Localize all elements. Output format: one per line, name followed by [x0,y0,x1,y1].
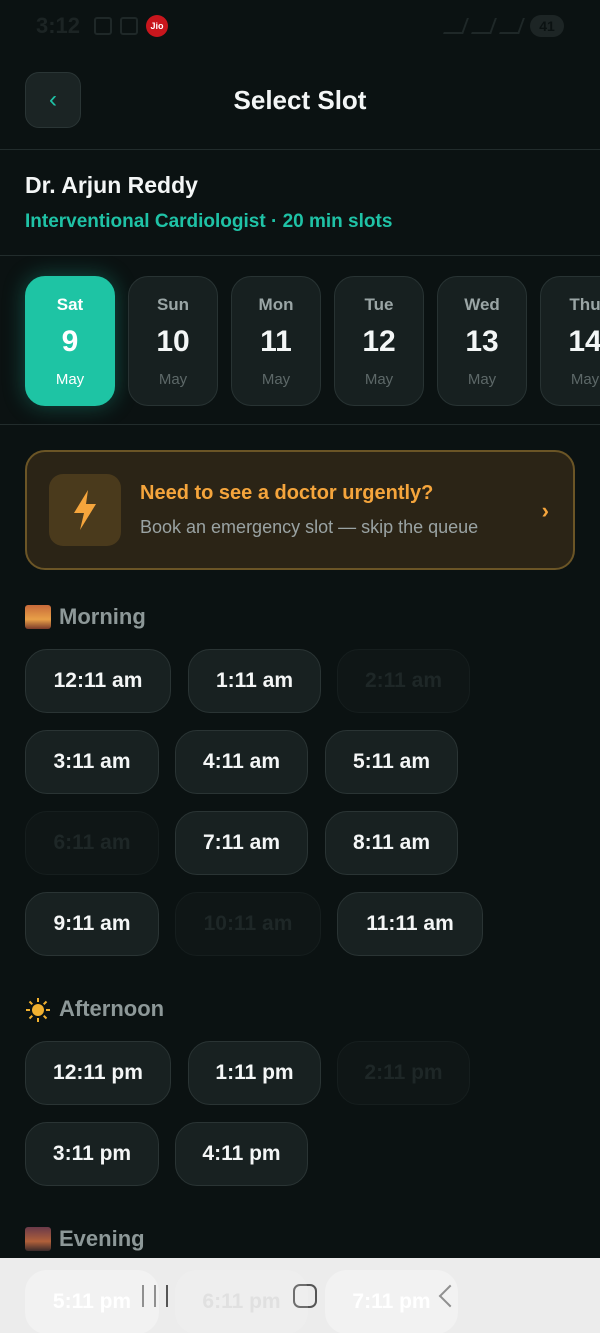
date-day: 12 [362,325,396,358]
slot-12-11-pm[interactable]: 12:11 pm [25,1041,171,1105]
doctor-name: Dr. Arjun Reddy [25,172,198,198]
date-card-wed-13[interactable]: Wed 13 May [437,276,527,406]
date-dow: Tue [364,295,394,314]
date-card-sat-9[interactable]: Sat 9 May [25,276,115,406]
section-afternoon: Afternoon [25,996,164,1022]
slot-2-11-am: 2:11 am [337,649,470,713]
slot-3-11-am[interactable]: 3:11 am [25,730,159,794]
urgent-text: Need to see a doctor urgently? Book an e… [140,482,478,538]
signal-icon-2 [499,18,525,34]
chevron-right-icon: › [541,498,549,523]
date-card-mon-11[interactable]: Mon 11 May [231,276,321,406]
slot-5-11-pm[interactable]: 5:11 pm [25,1270,159,1333]
date-card-sun-10[interactable]: Sun 10 May [128,276,218,406]
slot-7-11-pm[interactable]: 7:11 pm [325,1270,458,1333]
slot-5-11-am[interactable]: 5:11 am [325,730,458,794]
date-dow: Wed [464,295,500,314]
section-evening: Evening [25,1226,145,1252]
date-day: 13 [465,325,499,358]
date-card-tue-12[interactable]: Tue 12 May [334,276,424,406]
date-card-thu-14[interactable]: Thu 14 May [540,276,600,406]
slot-11-11-am[interactable]: 11:11 am [337,892,483,956]
status-right: 41 [443,15,564,37]
date-month: May [364,371,394,388]
date-dow: Thu [569,295,600,314]
section-label: Evening [59,1226,145,1251]
urgent-subtitle: Book an emergency slot — skip the queue [140,517,479,537]
section-morning: Morning [25,604,146,630]
date-strip[interactable]: Sat 9 May Sun 10 May Mon 11 May Tue 12 M… [0,255,600,425]
slot-12-11-am[interactable]: 12:11 am [25,649,171,713]
app-header: ‹ Select Slot [0,52,600,150]
battery-icon: 41 [530,15,564,37]
emergency-slot-banner[interactable]: Need to see a doctor urgently? Book an e… [25,450,575,570]
date-dow: Sat [56,295,84,314]
page-title: Select Slot [233,85,367,115]
slot-2-11-pm: 2:11 pm [337,1041,470,1105]
date-day: 9 [61,325,79,358]
slot-6-11-pm: 6:11 pm [175,1270,308,1333]
sunrise-icon [25,605,51,629]
date-day: 11 [260,325,292,358]
back-button[interactable]: ‹ [25,72,81,128]
date-day: 10 [156,325,190,358]
date-month: May [570,371,600,388]
section-label: Afternoon [59,996,165,1021]
status-time: 3:12 [36,13,81,38]
slot-3-11-pm[interactable]: 3:11 pm [25,1122,159,1186]
jio-badge: Jio [146,15,169,37]
slot-4-11-am[interactable]: 4:11 am [175,730,308,794]
slot-8-11-am[interactable]: 8:11 am [325,811,458,875]
urgent-title: Need to see a doctor urgently? [140,482,434,504]
date-month: May [467,371,497,388]
doctor-specialty: Interventional Cardiologist · 20 min slo… [25,211,393,232]
slot-7-11-am[interactable]: 7:11 am [175,811,308,875]
doctor-info: Dr. Arjun Reddy Interventional Cardiolog… [25,172,392,233]
signal-icon [471,18,497,34]
sunset-icon [25,1227,51,1251]
slot-9-11-am[interactable]: 9:11 am [25,892,159,956]
linkedin-icon [120,17,139,35]
date-month: May [55,371,85,388]
chevron-left-icon: ‹ [49,86,57,113]
slot-1-11-pm[interactable]: 1:11 pm [188,1041,321,1105]
slot-6-11-am: 6:11 am [25,811,159,875]
date-dow: Mon [258,295,294,314]
section-label: Morning [59,604,146,629]
slot-10-11-am: 10:11 am [175,892,321,956]
wifi-icon [443,18,469,34]
lightning-bolt-icon [49,474,121,546]
screenshot-icon [94,17,113,35]
date-dow: Sun [156,295,190,314]
date-month: May [158,371,188,388]
date-month: May [261,371,291,388]
date-day: 14 [568,325,600,358]
status-bar: 3:12 Jio 41 [0,0,600,52]
slot-1-11-am[interactable]: 1:11 am [188,649,321,713]
slot-4-11-pm[interactable]: 4:11 pm [175,1122,308,1186]
sun-icon [25,997,51,1022]
